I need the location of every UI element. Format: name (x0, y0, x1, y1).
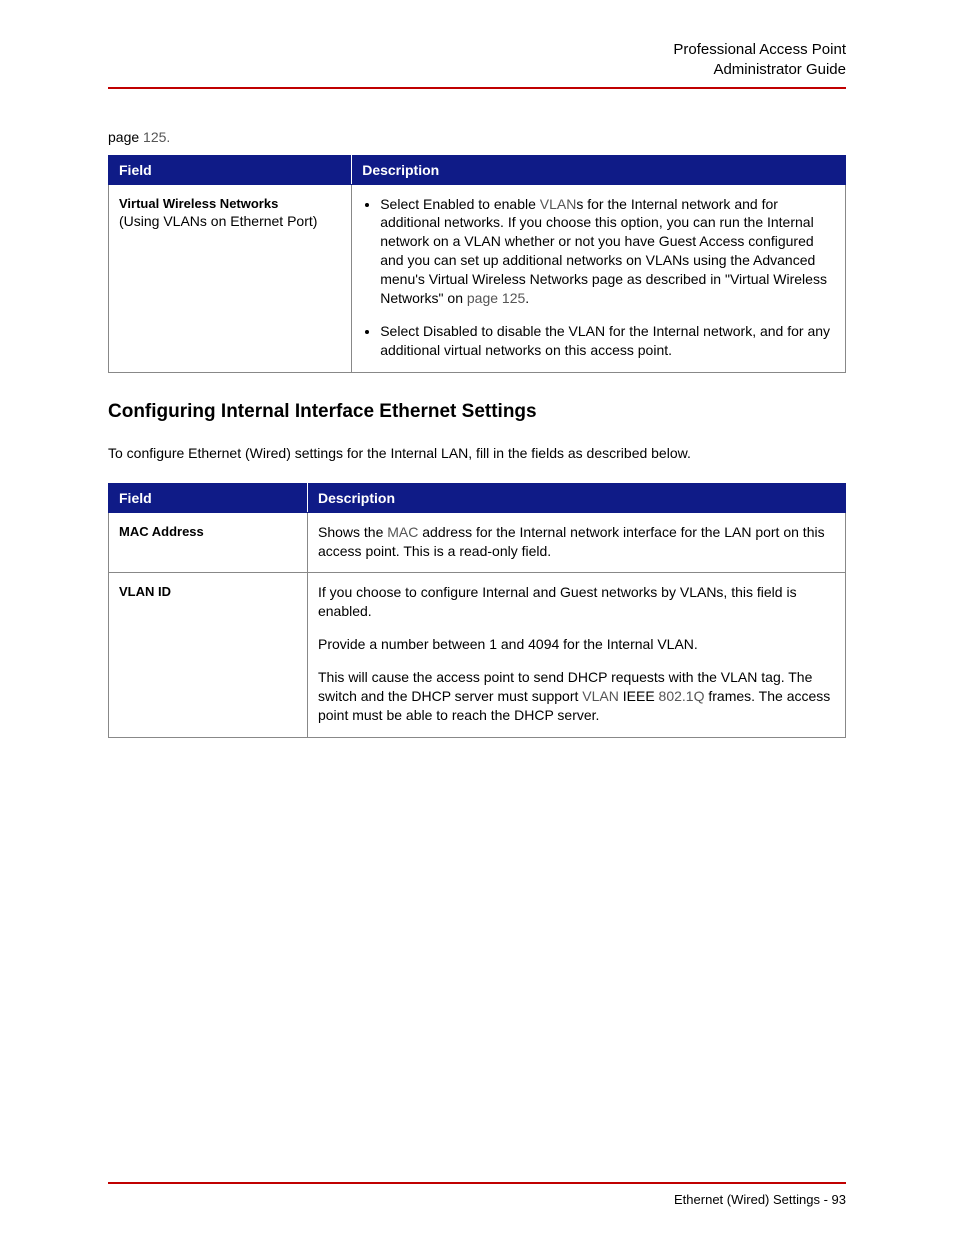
table-row: MAC Address Shows the MAC address for th… (109, 512, 846, 573)
link-vlan2: VLAN (582, 688, 619, 704)
link-mac: MAC (387, 524, 418, 540)
vlan-p1: If you choose to configure Internal and … (318, 583, 835, 621)
link-vlan: VLAN (540, 196, 577, 212)
header-line1: Professional Access Point (108, 40, 846, 60)
vwn-field-title: Virtual Wireless Networks (119, 195, 341, 213)
section-heading: Configuring Internal Interface Ethernet … (108, 401, 846, 423)
footer: Ethernet (Wired) Settings - 93 (108, 1182, 846, 1207)
page-ref-prefix: page (108, 129, 143, 145)
vwn-field-sub: (Using VLANs on Ethernet Port) (119, 212, 341, 231)
vwn-desc-cell: Select Enabled to enable VLANs for the I… (352, 184, 846, 372)
link-8021q: 802.1Q (659, 688, 705, 704)
header-block: Professional Access Point Administrator … (108, 40, 846, 89)
vlan-p3: This will cause the access point to send… (318, 668, 835, 725)
table2-header-field: Field (109, 483, 308, 512)
page-ref-num: 125. (143, 129, 170, 145)
footer-page: 93 (832, 1192, 846, 1207)
vwn-field-cell: Virtual Wireless Networks (Using VLANs o… (109, 184, 352, 372)
table-internal-interface: Field Description MAC Address Shows the … (108, 483, 846, 738)
table2-header-description: Description (307, 483, 845, 512)
continuation-ref: page 125. (108, 129, 846, 145)
vlanid-field: VLAN ID (109, 573, 308, 737)
footer-section: Ethernet (Wired) Settings (674, 1192, 820, 1207)
link-page125: page 125 (467, 290, 525, 306)
section-intro: To configure Ethernet (Wired) settings f… (108, 445, 846, 461)
vwn-bullet-disabled: Select Disabled to disable the VLAN for … (380, 322, 835, 360)
mac-desc: Shows the MAC address for the Internal n… (307, 512, 845, 573)
table-row: Virtual Wireless Networks (Using VLANs o… (109, 184, 846, 372)
mac-field: MAC Address (109, 512, 308, 573)
vlan-p2: Provide a number between 1 and 4094 for … (318, 635, 835, 654)
footer-sep: - (820, 1192, 832, 1207)
vlanid-desc: If you choose to configure Internal and … (307, 573, 845, 737)
table1-header-field: Field (109, 155, 352, 184)
table-row: VLAN ID If you choose to configure Inter… (109, 573, 846, 737)
table1-header-description: Description (352, 155, 846, 184)
table-virtual-wireless: Field Description Virtual Wireless Netwo… (108, 155, 846, 373)
vwn-bullet-enabled: Select Enabled to enable VLANs for the I… (380, 195, 835, 308)
header-line2: Administrator Guide (108, 60, 846, 80)
